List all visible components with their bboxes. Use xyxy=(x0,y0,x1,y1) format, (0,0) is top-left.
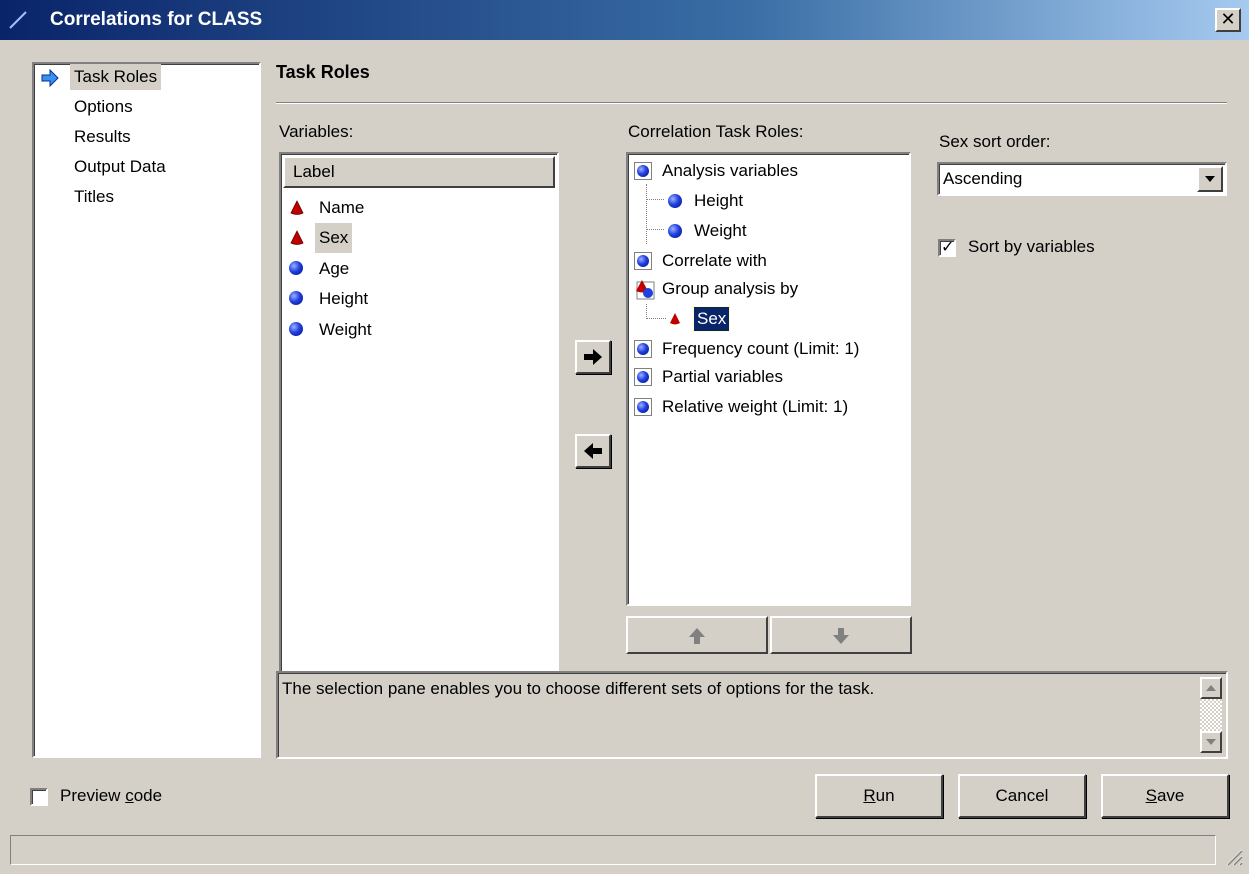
nav-item-options[interactable]: Options xyxy=(70,94,137,120)
group-role-icon xyxy=(636,280,655,300)
numeric-role-icon xyxy=(634,162,652,180)
sort-order-select[interactable]: Ascending xyxy=(937,162,1227,196)
dialog-window: Correlations for CLASS ✕ Task Roles Opti… xyxy=(0,0,1249,874)
resize-grip-icon[interactable] xyxy=(1223,846,1243,866)
red-cone-icon xyxy=(670,313,680,325)
sort-order-value: Ascending xyxy=(943,169,1023,188)
tree-connector xyxy=(646,199,664,200)
blue-ball-icon xyxy=(289,261,303,275)
check-icon: ✓ xyxy=(941,239,955,256)
description-pane: The selection pane enables you to choose… xyxy=(276,671,1228,759)
save-button[interactable]: Save xyxy=(1101,774,1229,818)
task-roles-tree[interactable]: Analysis variables Height Weight Correla… xyxy=(626,152,911,606)
arrow-left-icon xyxy=(584,443,602,459)
task-icon xyxy=(9,11,27,29)
nav-item-results[interactable]: Results xyxy=(70,124,135,150)
selection-pane: Task Roles Options Results Output Data T… xyxy=(32,62,261,758)
sort-order-label: Sex sort order: xyxy=(939,132,1051,151)
nav-item-titles[interactable]: Titles xyxy=(70,184,118,210)
add-to-role-button[interactable] xyxy=(575,340,611,374)
window-title: Correlations for CLASS xyxy=(50,9,263,30)
remove-from-role-button[interactable] xyxy=(575,434,611,468)
label-column-header[interactable]: Label xyxy=(283,156,555,188)
title-bar[interactable]: Correlations for CLASS ✕ xyxy=(0,0,1249,40)
close-icon: ✕ xyxy=(1220,9,1236,29)
blue-ball-icon xyxy=(668,224,682,238)
task-roles-label: Correlation Task Roles: xyxy=(628,122,804,141)
page-title: Task Roles xyxy=(276,62,370,82)
numeric-role-icon xyxy=(634,252,652,270)
red-cone-icon xyxy=(290,230,304,245)
arrow-up-icon xyxy=(689,628,705,644)
preview-code-checkbox[interactable] xyxy=(30,788,48,806)
move-up-button[interactable] xyxy=(626,616,768,654)
scroll-up-button[interactable] xyxy=(1200,677,1222,699)
arrow-down-icon xyxy=(833,628,849,644)
arrow-right-icon xyxy=(584,349,602,365)
blue-ball-icon xyxy=(668,194,682,208)
nav-item-task-roles[interactable]: Task Roles xyxy=(70,64,162,90)
variables-list[interactable]: Label Name Sex Age Height Weight xyxy=(279,152,559,757)
run-button[interactable]: Run xyxy=(815,774,943,818)
description-text: The selection pane enables you to choose… xyxy=(282,679,875,698)
blue-ball-icon xyxy=(289,291,303,305)
blue-ball-icon xyxy=(289,322,303,336)
blue-arrow-icon xyxy=(41,69,59,87)
tree-connector xyxy=(646,318,666,319)
variables-label: Variables: xyxy=(279,122,354,141)
tree-connector xyxy=(646,184,647,244)
dropdown-button[interactable] xyxy=(1197,166,1223,192)
sort-by-variables-checkbox[interactable]: ✓ xyxy=(938,239,956,257)
status-bar xyxy=(10,835,1216,865)
scroll-up-icon xyxy=(1206,685,1216,691)
numeric-role-icon xyxy=(634,398,652,416)
sort-by-variables-label: Sort by variables xyxy=(968,237,1095,256)
numeric-role-icon xyxy=(634,340,652,358)
red-cone-icon xyxy=(290,200,304,215)
scrollbar-track[interactable] xyxy=(1200,699,1222,731)
chevron-down-icon xyxy=(1205,176,1215,182)
close-button[interactable]: ✕ xyxy=(1215,8,1241,32)
preview-code-label: Preview code xyxy=(60,786,163,805)
numeric-role-icon xyxy=(634,368,652,386)
tree-connector xyxy=(646,304,647,319)
scroll-down-icon xyxy=(1206,739,1216,745)
scroll-down-button[interactable] xyxy=(1200,731,1222,753)
nav-item-output-data[interactable]: Output Data xyxy=(70,154,170,180)
move-down-button[interactable] xyxy=(770,616,912,654)
tree-connector xyxy=(646,229,664,230)
cancel-button[interactable]: Cancel xyxy=(958,774,1086,818)
divider xyxy=(276,102,1227,104)
